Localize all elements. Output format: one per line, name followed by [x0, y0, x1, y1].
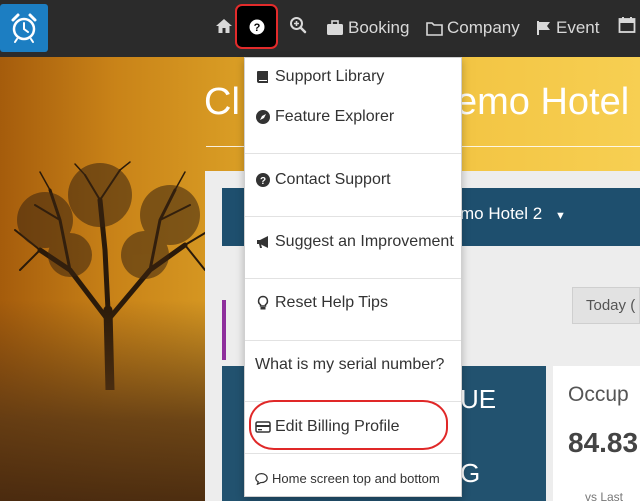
menu-item-label: What is my serial number? [255, 356, 445, 373]
question-circle-icon: ? [256, 173, 270, 187]
nav-booking[interactable]: Booking [326, 16, 409, 40]
revenue-card-line-1: UE [460, 384, 497, 414]
menu-item-label: Feature Explorer [275, 108, 395, 125]
top-navbar: ? Booking Company Event [0, 0, 640, 57]
menu-divider [245, 216, 461, 217]
home-icon[interactable] [214, 16, 234, 42]
question-circle-icon: ? [249, 19, 264, 34]
menu-item-support-library[interactable]: Support Library [255, 68, 384, 86]
briefcase-icon [327, 20, 343, 35]
menu-item-label: Contact Support [275, 171, 391, 188]
occupancy-subtitle: vs Last [585, 490, 624, 501]
hotel-selector-label: mo Hotel 2 [460, 204, 543, 223]
menu-item-reset-help-tips[interactable]: Reset Help Tips [255, 294, 388, 312]
menu-divider [245, 340, 461, 341]
menu-item-suggest-improvement[interactable]: Suggest an Improvement [255, 233, 454, 251]
zoom-in-icon[interactable] [289, 16, 307, 40]
svg-text:?: ? [253, 22, 260, 34]
bullhorn-icon [257, 236, 268, 248]
today-button[interactable]: Today ( [572, 287, 640, 324]
menu-divider [245, 153, 461, 154]
nav-event[interactable]: Event [536, 16, 599, 40]
menu-item-label: Home screen top and bottom [272, 471, 440, 486]
hero-title-right: emo Hotel [456, 81, 630, 123]
folder-icon [426, 21, 443, 36]
menu-item-serial-number[interactable]: What is my serial number? [255, 356, 444, 374]
menu-item-feature-explorer[interactable]: Feature Explorer [255, 108, 394, 126]
revenue-card-line-2: G [460, 458, 481, 488]
nav-booking-label: Booking [348, 18, 410, 37]
nav-company[interactable]: Company [426, 16, 520, 40]
book-icon [257, 71, 268, 83]
alarm-clock-icon [11, 13, 37, 43]
menu-item-label: Support Library [275, 68, 385, 85]
occupancy-value: 84.83 [568, 427, 639, 458]
menu-item-contact-support[interactable]: ? Contact Support [255, 171, 391, 189]
app-logo[interactable] [0, 4, 48, 52]
menu-divider [245, 453, 461, 454]
svg-text:?: ? [260, 176, 266, 187]
calendar-icon[interactable] [618, 16, 636, 40]
caret-down-icon: ▼ [554, 210, 566, 222]
highlight-annotation-circle [249, 400, 448, 450]
flag-icon [537, 21, 550, 35]
help-menu-button[interactable]: ? [235, 4, 278, 49]
lightbulb-icon [257, 295, 269, 310]
menu-item-label: Reset Help Tips [275, 294, 388, 311]
occupancy-title: Occup [568, 383, 629, 406]
nav-company-label: Company [447, 18, 520, 37]
hero-title-left: Cl [204, 81, 240, 123]
compass-icon [256, 110, 270, 124]
fog-overlay [0, 300, 240, 501]
menu-divider [245, 278, 461, 279]
accent-bar [222, 300, 226, 360]
menu-item-label: Suggest an Improvement [275, 233, 454, 250]
hotel-selector[interactable]: mo Hotel 2 ▼ [460, 204, 566, 224]
menu-item-home-screen[interactable]: Home screen top and bottom [255, 471, 440, 486]
nav-event-label: Event [556, 18, 600, 37]
speech-bubble-icon [255, 473, 268, 485]
